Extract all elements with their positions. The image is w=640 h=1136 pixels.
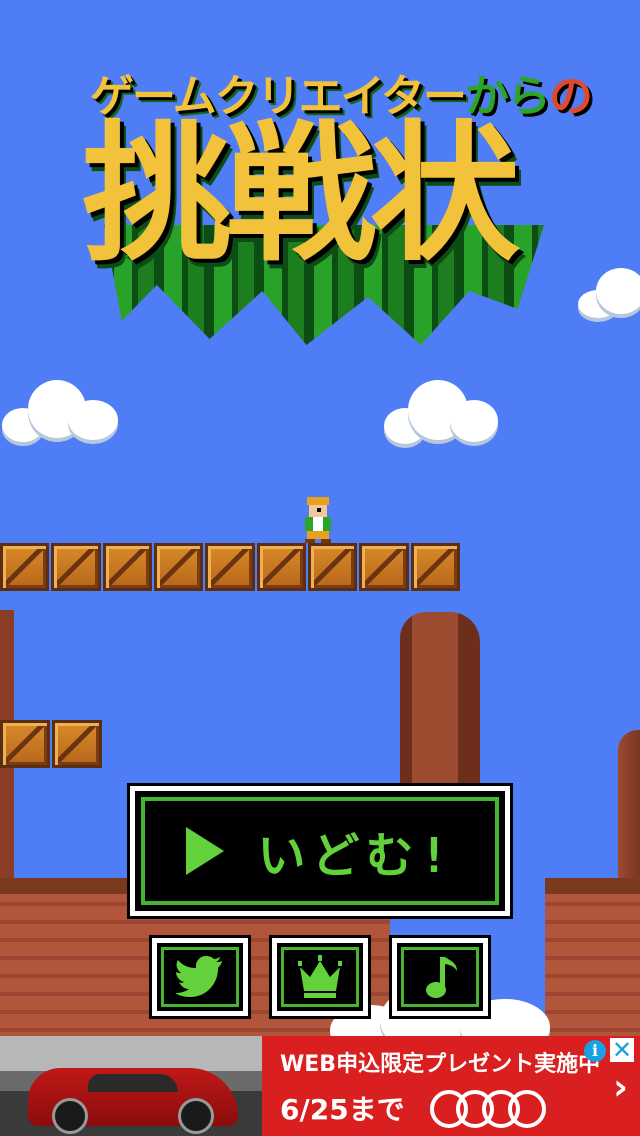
cloud-right-top <box>578 262 640 322</box>
brick-platform <box>0 543 462 593</box>
brick-ledge-left <box>0 720 104 768</box>
advertisement-banner[interactable]: WEB申込限定プレゼント実施中 6/25まで i ✕ › <box>0 1036 640 1136</box>
brick-block <box>256 543 306 591</box>
brick-block <box>51 543 101 591</box>
brick-block <box>410 543 460 591</box>
twitter-share-button[interactable] <box>149 935 251 1019</box>
player-character-sprite <box>303 497 333 543</box>
brick-block <box>359 543 409 591</box>
ad-headline: WEB申込限定プレゼント実施中 <box>280 1052 601 1077</box>
crown-icon <box>298 955 342 998</box>
rock-formation-right <box>618 730 640 900</box>
cloud-center <box>384 378 500 452</box>
start-button-label: いどむ! <box>257 828 455 884</box>
car-illustration <box>28 1068 238 1134</box>
game-title-screen: ゲームクリエイターからの 挑戦状 いどむ! WEB申込限定プレゼント実施中 6/… <box>0 0 640 1136</box>
ad-car-image <box>0 1036 262 1136</box>
twitter-bird-icon <box>176 956 222 997</box>
music-note-icon <box>426 957 457 998</box>
play-triangle-icon <box>185 827 224 875</box>
game-title-logo: 挑戦状 <box>82 115 562 355</box>
ad-date: 6/25まで <box>280 1093 405 1126</box>
ranking-button[interactable] <box>269 935 371 1019</box>
brick-block <box>307 543 358 591</box>
start-challenge-button[interactable]: いどむ! <box>127 783 513 919</box>
ad-close-icon[interactable]: ✕ <box>610 1038 634 1062</box>
brick-block <box>52 720 102 768</box>
brick-block <box>205 543 255 591</box>
chevron-right-icon: › <box>613 1067 628 1108</box>
brick-block <box>0 720 50 768</box>
cloud-left <box>2 378 120 450</box>
ad-info-icon[interactable]: i <box>584 1040 606 1062</box>
brick-block <box>102 543 152 591</box>
game-title: 挑戦状 <box>82 108 520 282</box>
ad-copy: WEB申込限定プレゼント実施中 6/25まで i ✕ › <box>262 1036 640 1136</box>
brick-block <box>153 543 204 591</box>
brick-block <box>0 543 50 591</box>
start-button-frame: いどむ! <box>141 797 499 905</box>
sound-toggle-button[interactable] <box>389 935 491 1019</box>
four-rings-logo <box>430 1090 546 1128</box>
